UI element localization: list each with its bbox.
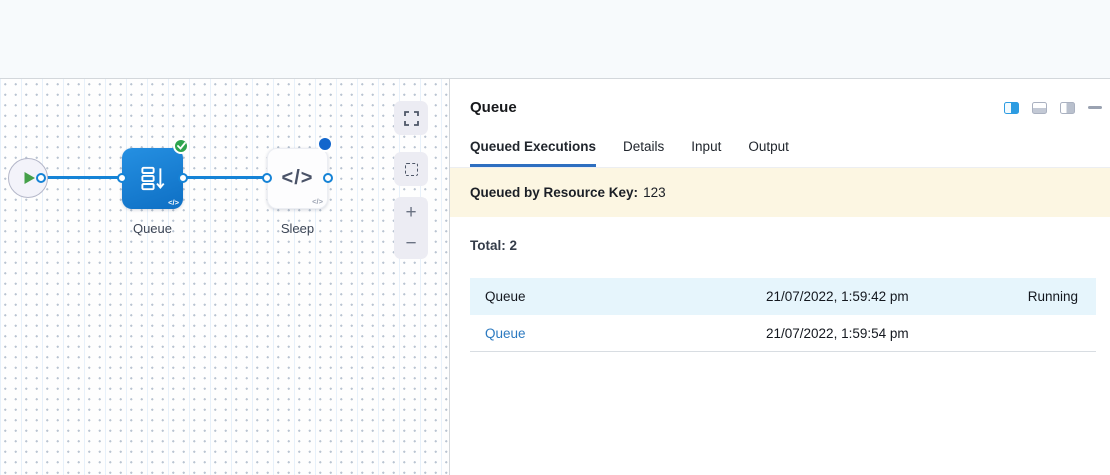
zoom-control: + − xyxy=(394,197,428,259)
edge-start-to-queue xyxy=(41,176,124,179)
handle-sleep-input[interactable] xyxy=(262,173,272,183)
minimize-icon[interactable] xyxy=(1088,106,1102,109)
execution-name: Queue xyxy=(470,289,766,304)
code-mini-icon: </> xyxy=(312,197,323,206)
select-area-icon xyxy=(405,163,418,176)
execution-row[interactable]: Queue 21/07/2022, 1:59:42 pm Running xyxy=(470,278,1096,315)
success-badge-icon xyxy=(173,138,189,154)
tab-output[interactable]: Output xyxy=(748,139,789,167)
dock-right-icon[interactable] xyxy=(1060,102,1075,114)
node-label-sleep: Sleep xyxy=(267,221,328,236)
total-count: Total: 2 xyxy=(470,238,1090,253)
handle-start-output[interactable] xyxy=(36,173,46,183)
play-icon xyxy=(23,171,36,185)
fit-view-icon xyxy=(404,111,419,126)
handle-sleep-output[interactable] xyxy=(323,173,333,183)
queue-icon xyxy=(139,165,166,192)
execution-timestamp: 21/07/2022, 1:59:54 pm xyxy=(766,326,946,341)
execution-row[interactable]: Queue 21/07/2022, 1:59:54 pm xyxy=(470,315,1096,352)
execution-name-link[interactable]: Queue xyxy=(470,326,766,341)
queued-by-banner: Queued by Resource Key: 123 xyxy=(450,168,1110,217)
fit-view-button[interactable] xyxy=(394,101,428,135)
banner-value: 123 xyxy=(643,185,666,200)
panel-layout-controls xyxy=(1004,102,1102,114)
banner-label: Queued by Resource Key: xyxy=(470,185,638,200)
code-mini-icon: </> xyxy=(168,198,179,207)
edge-queue-to-sleep xyxy=(183,176,269,179)
code-icon: </> xyxy=(282,167,314,190)
select-area-button[interactable] xyxy=(394,152,428,186)
execution-status: Running xyxy=(946,289,1096,304)
tab-bar: Queued Executions Details Input Output xyxy=(450,139,1110,168)
tab-input[interactable]: Input xyxy=(691,139,721,167)
handle-queue-output[interactable] xyxy=(178,173,188,183)
split-view-icon[interactable] xyxy=(1004,102,1019,114)
node-label-queue: Queue xyxy=(122,221,183,236)
running-badge-icon xyxy=(317,136,333,152)
app-window: </> </> </> Queue Sleep + − xyxy=(0,0,1110,475)
tab-details[interactable]: Details xyxy=(623,139,664,167)
flow-canvas[interactable]: </> </> </> Queue Sleep + − xyxy=(0,79,450,475)
zoom-out-button[interactable]: − xyxy=(405,234,416,253)
executions-list: Queue 21/07/2022, 1:59:42 pm Running Que… xyxy=(470,278,1096,352)
handle-queue-input[interactable] xyxy=(117,173,127,183)
panel-title: Queue xyxy=(470,99,517,116)
detail-panel: Queue Queued Executions Details Input Ou… xyxy=(450,79,1110,475)
panel-header: Queue xyxy=(450,79,1110,116)
dock-bottom-icon[interactable] xyxy=(1032,102,1047,114)
node-sleep[interactable]: </> </> xyxy=(267,148,328,209)
zoom-in-button[interactable]: + xyxy=(405,203,416,222)
top-header-bar xyxy=(0,0,1110,79)
execution-timestamp: 21/07/2022, 1:59:42 pm xyxy=(766,289,946,304)
tab-queued-executions[interactable]: Queued Executions xyxy=(470,139,596,167)
node-queue[interactable]: </> xyxy=(122,148,183,209)
